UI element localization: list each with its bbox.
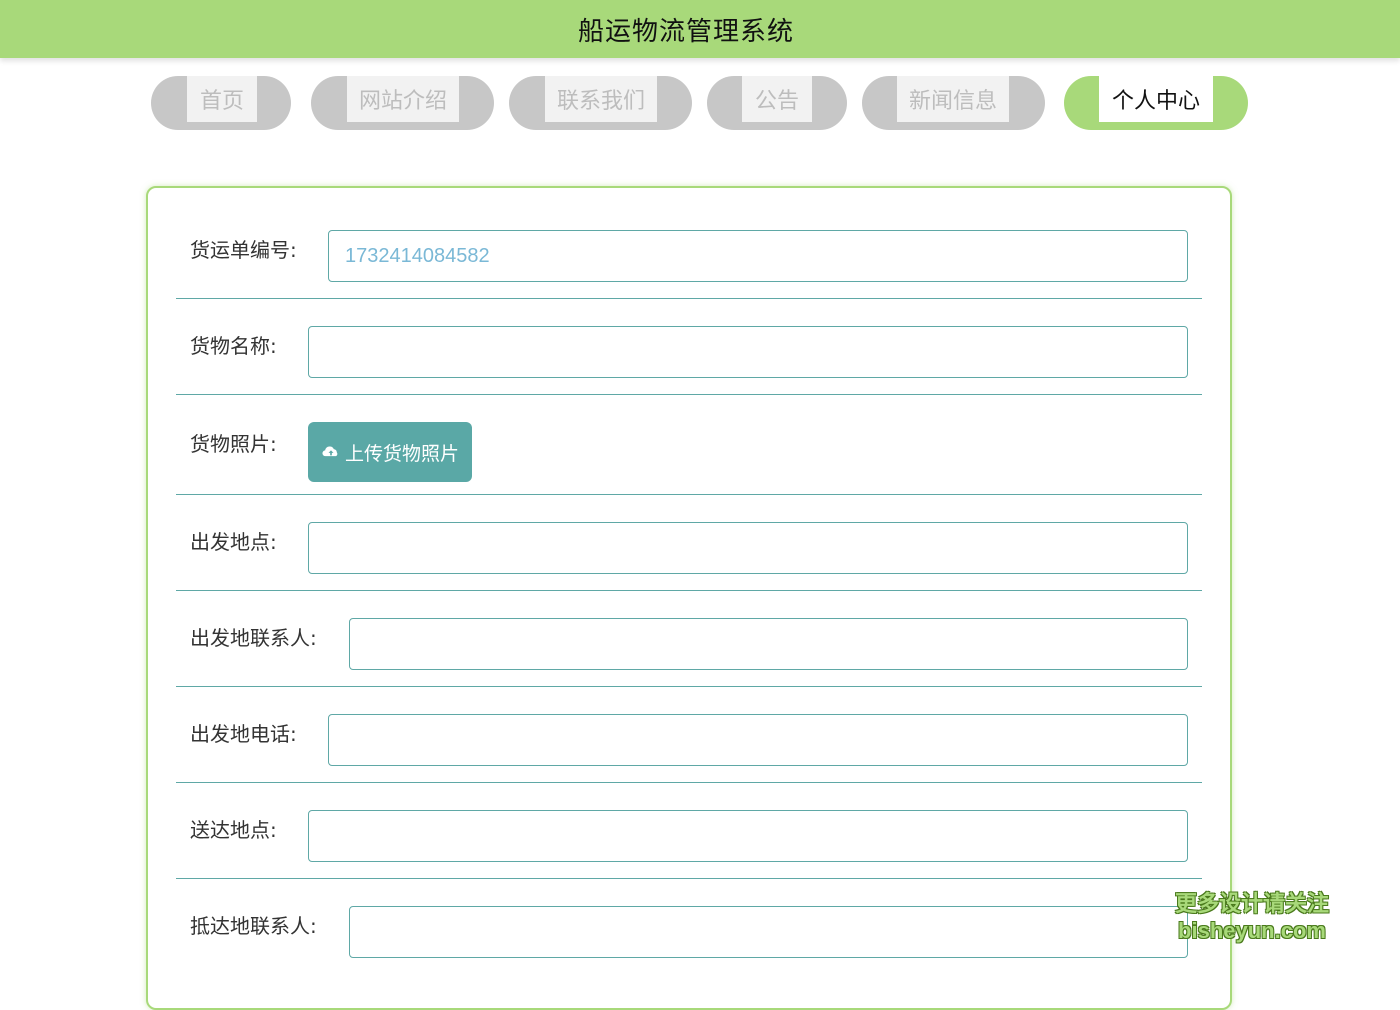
form-row-arrival-contact: 抵达地联系人: xyxy=(176,878,1202,974)
departure-contact-label: 出发地联系人: xyxy=(190,626,317,650)
destination-input[interactable] xyxy=(308,810,1188,862)
upload-goods-photo-button[interactable]: 上传货物照片 xyxy=(308,422,472,482)
form-row-destination: 送达地点: xyxy=(176,782,1202,879)
order-no-label: 货运单编号: xyxy=(190,238,297,262)
nav-tab-label: 首页 xyxy=(187,76,257,122)
nav-tab-label: 个人中心 xyxy=(1099,76,1213,122)
nav-tab-about[interactable]: 网站介绍 xyxy=(311,76,494,130)
goods-photo-label: 货物照片: xyxy=(190,432,277,456)
form-row-departure-phone: 出发地电话: xyxy=(176,686,1202,783)
nav-tab-announcement[interactable]: 公告 xyxy=(707,76,847,130)
departure-phone-label: 出发地电话: xyxy=(190,722,297,746)
form-row-goods-photo: 货物照片: 上传货物照片 xyxy=(176,394,1202,495)
app-title: 船运物流管理系统 xyxy=(577,16,794,47)
main-nav: 首页 网站介绍 联系我们 公告 新闻信息 个人中心 xyxy=(0,76,1400,130)
nav-tab-label: 联系我们 xyxy=(545,76,657,122)
arrival-contact-input[interactable] xyxy=(349,906,1188,958)
departure-label: 出发地点: xyxy=(190,530,277,554)
nav-tab-home[interactable]: 首页 xyxy=(151,76,291,130)
nav-tab-news[interactable]: 新闻信息 xyxy=(862,76,1045,130)
form-row-departure: 出发地点: xyxy=(176,494,1202,591)
watermark-line2: bisheyun.com xyxy=(1178,918,1326,943)
departure-input[interactable] xyxy=(308,522,1188,574)
shipment-form-panel: 货运单编号: 货物名称: 货物照片: 上传货物照片 出发地点: 出发地联系人: … xyxy=(146,186,1232,1010)
top-header-bar: 船运物流管理系统 xyxy=(0,0,1400,58)
watermark-line1: 更多设计请关注 xyxy=(1174,892,1329,917)
form-row-order-no: 货运单编号: xyxy=(176,202,1202,299)
nav-tab-label: 网站介绍 xyxy=(347,76,459,122)
upload-button-label: 上传货物照片 xyxy=(344,442,459,465)
form-row-departure-contact: 出发地联系人: xyxy=(176,590,1202,687)
arrival-contact-label: 抵达地联系人: xyxy=(190,914,317,938)
nav-tab-label: 公告 xyxy=(742,76,812,122)
goods-name-label: 货物名称: xyxy=(190,334,277,358)
nav-tab-personal-center[interactable]: 个人中心 xyxy=(1064,76,1248,130)
departure-phone-input[interactable] xyxy=(328,714,1188,766)
departure-contact-input[interactable] xyxy=(349,618,1188,670)
order-no-input[interactable] xyxy=(328,230,1188,282)
watermark: 更多设计请关注 bisheyun.com xyxy=(1172,892,1332,944)
nav-tab-contact[interactable]: 联系我们 xyxy=(509,76,692,130)
goods-name-input[interactable] xyxy=(308,326,1188,378)
destination-label: 送达地点: xyxy=(190,818,277,842)
nav-tab-label: 新闻信息 xyxy=(897,76,1009,122)
form-row-goods-name: 货物名称: xyxy=(176,298,1202,395)
cloud-upload-icon xyxy=(322,446,338,457)
